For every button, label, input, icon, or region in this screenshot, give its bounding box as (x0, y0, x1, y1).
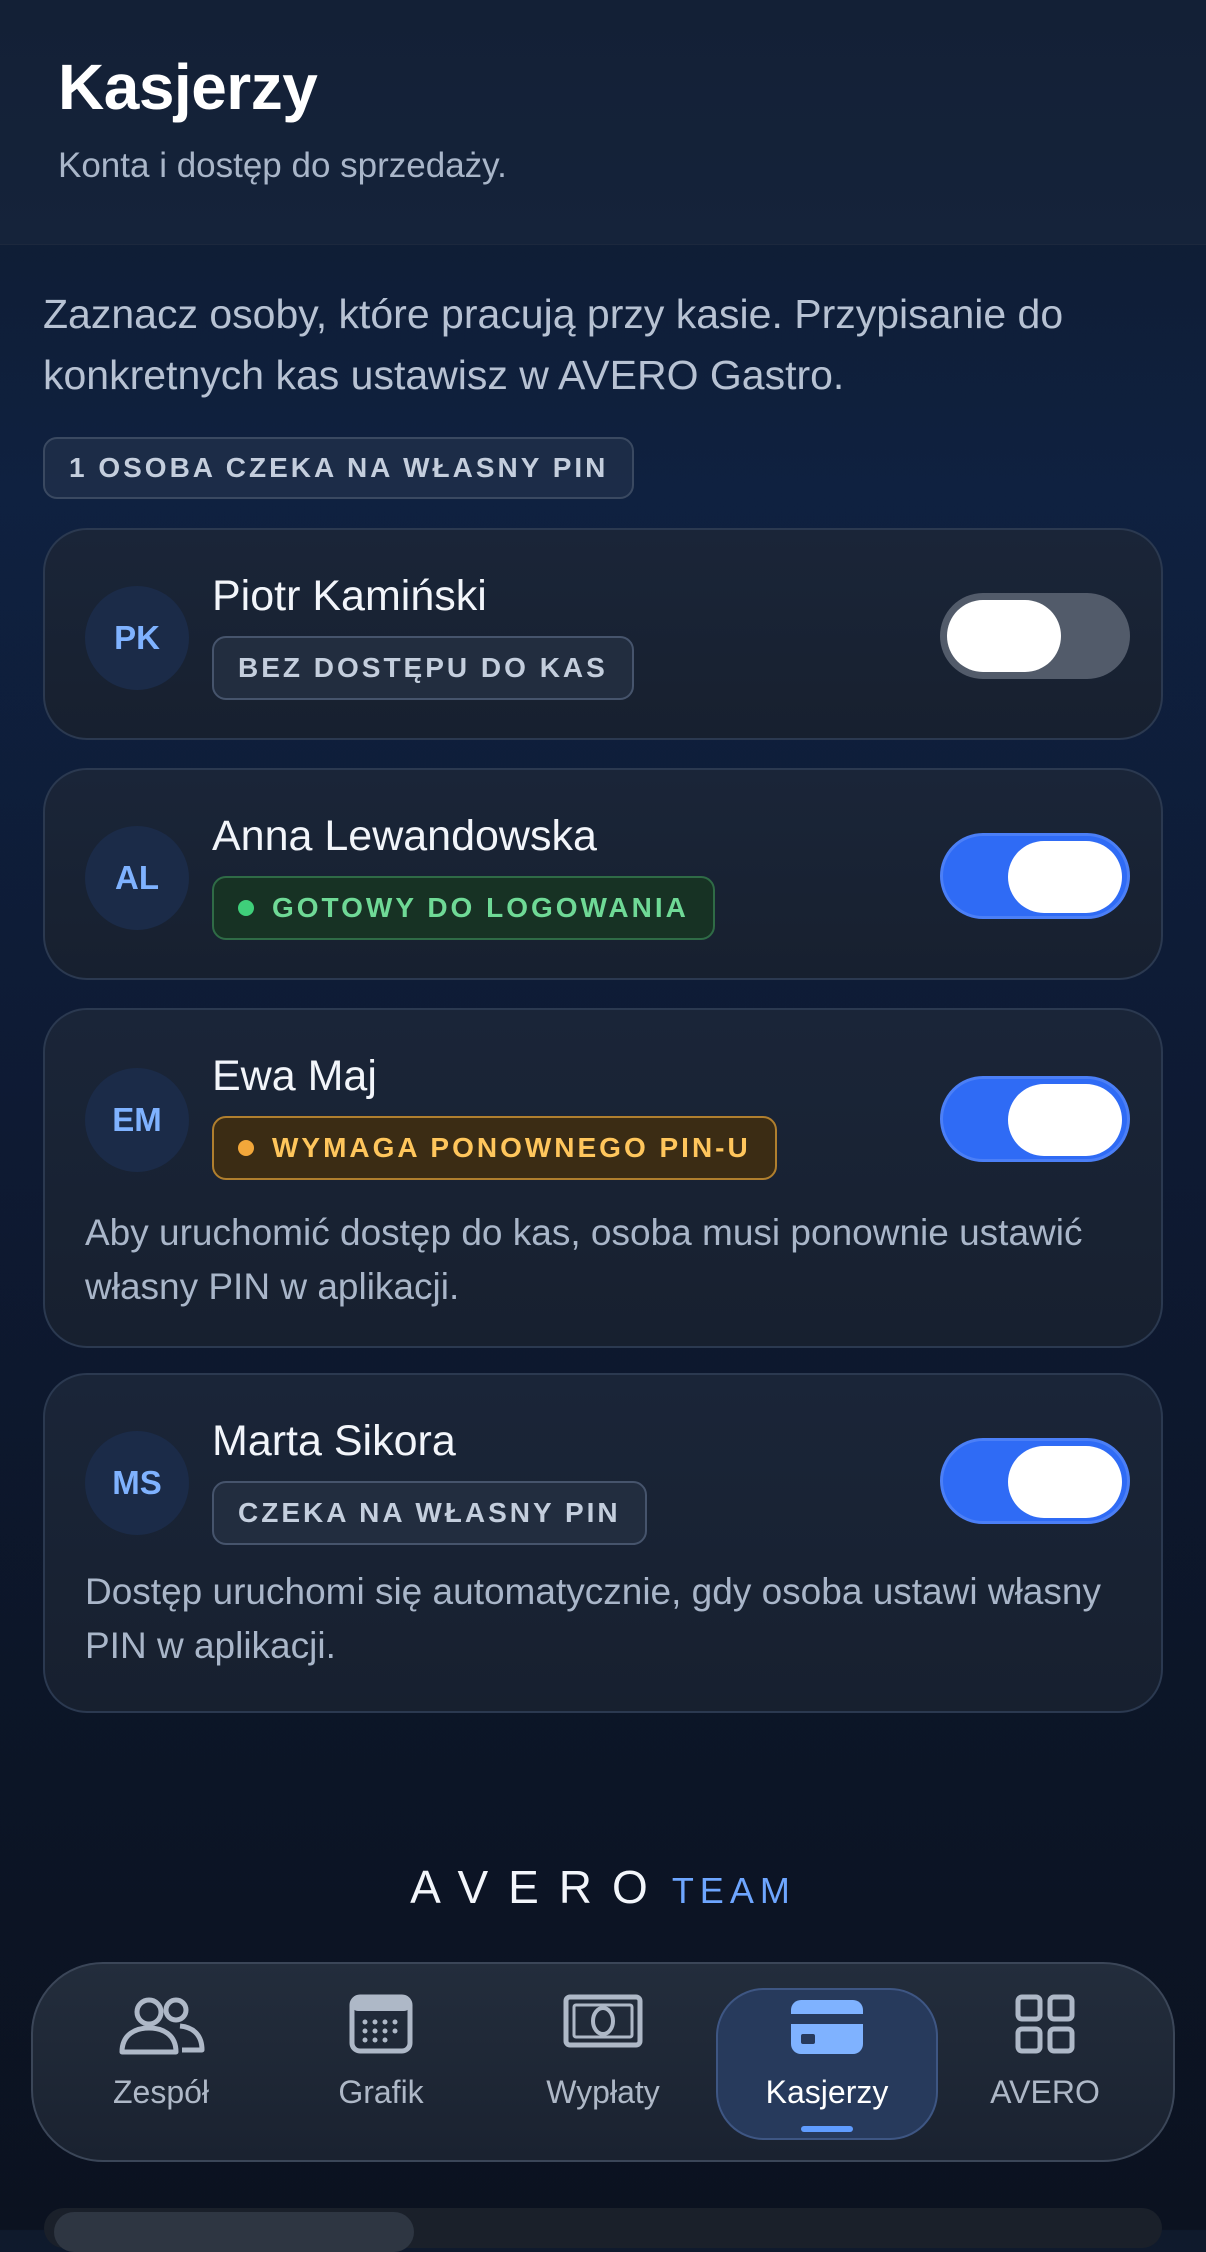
brand-name: AVERO (410, 1861, 668, 1913)
avatar: AL (85, 826, 189, 930)
avatar: MS (85, 1431, 189, 1535)
toggle-knob (1008, 1084, 1122, 1156)
cashier-name: Piotr Kamiński (212, 572, 487, 620)
users-icon (119, 1997, 205, 2055)
status-label: CZEKA NA WŁASNY PIN (238, 1497, 621, 1528)
status-label: WYMAGA PONOWNEGO PIN-U (272, 1132, 751, 1163)
cashier-note: Aby uruchomić dostęp do kas, osoba musi … (85, 1212, 1083, 1307)
status-label: GOTOWY DO LOGOWANIA (272, 892, 689, 923)
brand-sub: TEAM (671, 1870, 796, 1911)
intro-text: Zaznacz osoby, które pracują przy kasie.… (43, 291, 1064, 398)
nav-item-kasjerzy[interactable]: Kasjerzy (716, 1988, 938, 2140)
toggle-knob (1008, 841, 1122, 913)
cashier-card: MS Marta Sikora CZEKA NA WŁASNY PIN Dost… (43, 1373, 1163, 1713)
header: Kasjerzy Konta i dostęp do sprzedaży. (0, 0, 1206, 245)
cashier-name: Anna Lewandowska (212, 812, 597, 860)
active-indicator (801, 2126, 853, 2132)
nav-label: AVERO (990, 2074, 1100, 2110)
grid-icon (1015, 1994, 1075, 2054)
status-badge: GOTOWY DO LOGOWANIA (212, 876, 715, 940)
status-badge: CZEKA NA WŁASNY PIN (212, 1481, 647, 1545)
status-dot-icon (238, 1140, 254, 1156)
nav-label: Zespół (112, 2074, 210, 2110)
nav-item-wyplaty[interactable]: Wypłaty (503, 1964, 703, 2160)
cash-access-toggle[interactable] (940, 1076, 1130, 1162)
cash-access-toggle[interactable] (940, 593, 1130, 679)
nav-item-grafik[interactable]: Grafik (281, 1964, 481, 2160)
status-badge: BEZ DOSTĘPU DO KAS (212, 636, 634, 700)
brand-logo: AVERO TEAM (0, 1860, 1206, 1914)
status-dot-icon (238, 900, 254, 916)
nav-label: Kasjerzy (765, 2074, 889, 2110)
status-label: BEZ DOSTĘPU DO KAS (238, 652, 608, 683)
status-badge: WYMAGA PONOWNEGO PIN-U (212, 1116, 777, 1180)
avatar: PK (85, 586, 189, 690)
pending-pin-badge: 1 OSOBA CZEKA NA WŁASNY PIN (43, 437, 635, 499)
cashier-name: Marta Sikora (212, 1417, 456, 1465)
toggle-knob (947, 600, 1061, 672)
avatar: EM (85, 1068, 189, 1172)
home-indicator (54, 2212, 414, 2252)
bottom-navigation: Zespół Grafik Wypłaty Kasjerzy AVERO (31, 1962, 1175, 2162)
browser-bar (44, 2208, 1162, 2252)
nav-item-zespol[interactable]: Zespół (61, 1964, 261, 2160)
nav-item-avero[interactable]: AVERO (945, 1964, 1145, 2160)
cashier-card: PK Piotr Kamiński BEZ DOSTĘPU DO KAS (43, 528, 1163, 740)
page-subtitle: Konta i dostęp do sprzedaży. (58, 146, 507, 185)
calendar-icon (349, 1994, 413, 2054)
toggle-knob (1008, 1446, 1122, 1518)
cash-access-toggle[interactable] (940, 1438, 1130, 1524)
banknote-icon (563, 1994, 643, 2048)
cashier-card: EM Ewa Maj WYMAGA PONOWNEGO PIN-U Aby ur… (43, 1008, 1163, 1348)
card-icon (791, 2000, 863, 2054)
nav-label: Wypłaty (546, 2074, 660, 2110)
cashier-card: AL Anna Lewandowska GOTOWY DO LOGOWANIA (43, 768, 1163, 980)
cashier-name: Ewa Maj (212, 1052, 377, 1100)
cash-access-toggle[interactable] (940, 833, 1130, 919)
nav-label: Grafik (338, 2074, 424, 2110)
page-title: Kasjerzy (58, 51, 318, 123)
cashier-note: Dostęp uruchomi się automatycznie, gdy o… (85, 1571, 1101, 1666)
